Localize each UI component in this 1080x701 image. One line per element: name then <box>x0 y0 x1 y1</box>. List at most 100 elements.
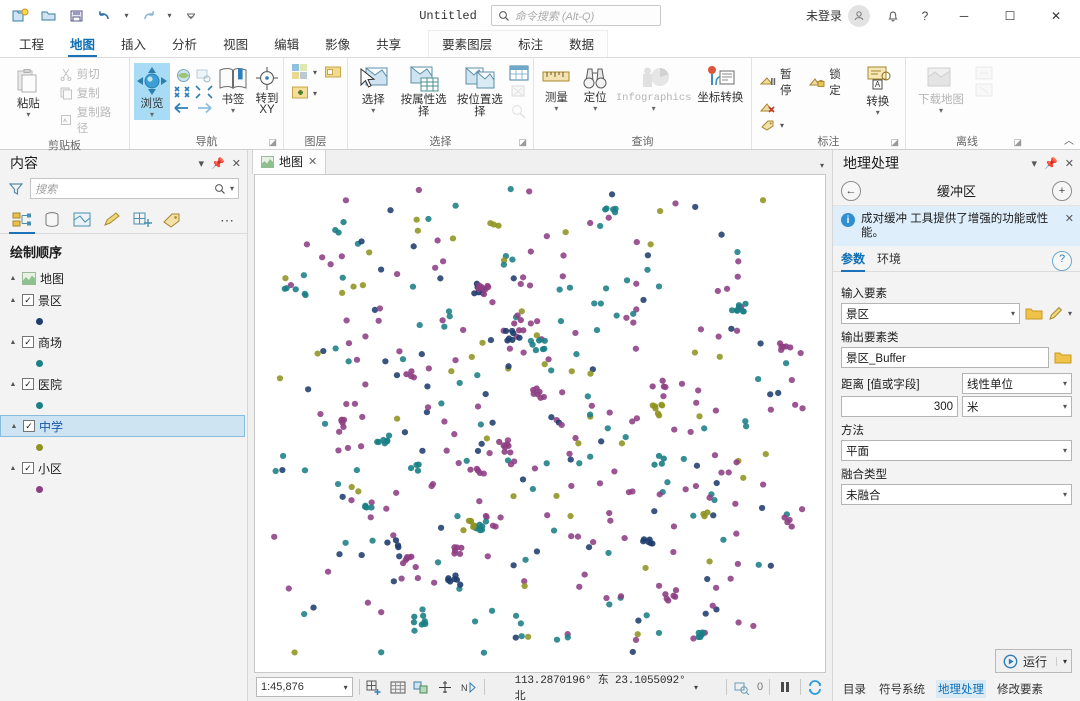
select-button[interactable]: 选择 ▾ <box>352 63 394 116</box>
remove-offline-icon[interactable] <box>974 82 994 98</box>
layer-checkbox[interactable]: ✓ <box>22 336 34 348</box>
map-view-tab[interactable]: 地图 ✕ <box>252 149 327 174</box>
map-tab-menu-icon[interactable]: ▾ <box>820 161 824 170</box>
select-by-location-button[interactable]: 按位置选择 <box>453 63 507 120</box>
add-data-dropdown-icon[interactable]: ▾ <box>313 89 317 98</box>
download-map-dropdown-icon[interactable]: ▾ <box>939 107 943 115</box>
redo-icon[interactable] <box>135 4 161 28</box>
geoprocessing-menu-icon[interactable]: ▾ <box>1032 157 1038 170</box>
maximize-button[interactable]: ☐ <box>988 0 1032 31</box>
expand-arrow-icon[interactable]: ▲ <box>8 297 18 304</box>
bookmarks-button[interactable]: 书签 ▾ <box>216 63 250 116</box>
output-feature-class-input[interactable]: 景区_Buffer <box>841 347 1049 368</box>
contents-close-icon[interactable]: ✕ <box>232 157 241 170</box>
chevron-down-icon[interactable]: ▾ <box>1059 490 1067 499</box>
edit-tools-dropdown-icon[interactable]: ▾ <box>1068 309 1072 318</box>
pause-labeling-button[interactable]: 暂停 <box>756 65 803 99</box>
select-by-attributes-button[interactable]: 按属性选择 <box>396 63 450 120</box>
ribbon-tab-map[interactable]: 地图 <box>57 31 108 57</box>
list-by-editing-tab[interactable] <box>98 207 126 233</box>
distance-unit-combo[interactable]: 米 ▾ <box>962 396 1072 417</box>
ribbon-tab-project[interactable]: 工程 <box>6 31 57 57</box>
ribbon-tab-data[interactable]: 数据 <box>556 31 607 57</box>
infographics-button[interactable]: Infographics ▾ <box>616 63 692 114</box>
toc-map-node[interactable]: ▲ 地图 <box>0 267 247 289</box>
label-features-button[interactable]: ▾ <box>756 117 803 133</box>
explore-dropdown-icon[interactable]: ▾ <box>150 111 154 119</box>
refresh-icon[interactable] <box>806 677 824 697</box>
collapse-ribbon-icon[interactable]: ︿ <box>1064 132 1074 147</box>
attribute-table-icon[interactable] <box>509 65 529 81</box>
explore-button[interactable]: 浏览 ▾ <box>134 63 170 120</box>
list-by-data-source-tab[interactable] <box>38 207 66 233</box>
help-icon[interactable]: ? <box>1052 250 1072 271</box>
measure-button[interactable]: 测量 ▾ <box>538 63 575 114</box>
grid-table-icon[interactable] <box>389 677 407 697</box>
browse-folder-icon[interactable] <box>1025 306 1043 321</box>
run-button[interactable]: 运行 ▾ <box>994 649 1072 673</box>
browse-folder-icon[interactable] <box>1054 350 1072 365</box>
download-map-button[interactable]: 下载地图 ▾ <box>910 63 972 116</box>
ribbon-tab-imagery[interactable]: 影像 <box>312 31 363 57</box>
chevron-down-icon[interactable]: ▾ <box>344 683 348 692</box>
zoom-to-selection-icon[interactable] <box>509 103 529 119</box>
ribbon-tab-analysis[interactable]: 分析 <box>159 31 210 57</box>
lock-labeling-button[interactable]: 锁定 <box>805 65 852 99</box>
new-project-icon[interactable] <box>8 4 34 28</box>
point-symbol-swatch[interactable] <box>36 485 43 493</box>
label-features-dropdown-icon[interactable]: ▾ <box>780 121 784 130</box>
map-scale-selector[interactable]: 1:45,876 ▾ <box>256 677 353 697</box>
bottom-tab-geoprocessing[interactable]: 地理处理 <box>936 680 986 698</box>
chevron-down-icon[interactable]: ▾ <box>1059 379 1067 388</box>
layer-checkbox[interactable]: ✓ <box>22 294 34 306</box>
expand-arrow-icon[interactable]: ▲ <box>9 423 19 430</box>
tab-parameters[interactable]: 参数 <box>841 250 866 272</box>
avatar[interactable] <box>848 4 870 27</box>
selection-dialog-launcher-icon[interactable]: ◪ <box>518 137 527 148</box>
open-project-icon[interactable] <box>36 4 62 28</box>
ribbon-tab-feature-layer[interactable]: 要素图层 <box>429 31 505 57</box>
labeling-dialog-launcher-icon[interactable]: ◪ <box>890 137 899 148</box>
undo-icon[interactable] <box>92 4 118 28</box>
contents-more-icon[interactable]: ⋯ <box>220 212 241 229</box>
basemap-icon[interactable] <box>291 63 309 81</box>
previous-extent-thumb-icon[interactable] <box>195 67 212 84</box>
help-icon[interactable]: ? <box>910 3 940 29</box>
ribbon-tab-share[interactable]: 共享 <box>363 31 414 57</box>
sync-offline-icon[interactable] <box>974 65 994 81</box>
layer-checkbox[interactable]: ✓ <box>22 378 34 390</box>
pause-drawing-icon[interactable] <box>776 677 794 697</box>
edit-pencil-icon[interactable] <box>1048 306 1063 321</box>
distance-type-combo[interactable]: 线性单位 ▾ <box>962 373 1072 394</box>
close-icon[interactable]: ✕ <box>1065 212 1074 225</box>
north-arrow-icon[interactable]: N <box>460 677 478 697</box>
paste-button[interactable]: 粘贴 ▾ <box>4 65 53 120</box>
geoprocessing-close-icon[interactable]: ✕ <box>1065 157 1074 170</box>
cut-button[interactable]: 剪切 <box>55 65 125 83</box>
toc-layer-jingqu[interactable]: ▲ ✓ 景区 <box>0 289 247 311</box>
expand-arrow-icon[interactable]: ▲ <box>8 339 18 346</box>
customize-qat-icon[interactable] <box>178 4 204 28</box>
input-features-combo[interactable]: 景区 ▾ <box>841 303 1020 324</box>
list-by-drawing-order-tab[interactable] <box>8 207 36 234</box>
offline-dialog-launcher-icon[interactable]: ◪ <box>1013 137 1022 148</box>
layer-checkbox[interactable]: ✓ <box>23 420 35 432</box>
full-extent-icon[interactable] <box>175 67 192 84</box>
chevron-down-icon[interactable]: ▾ <box>1059 446 1067 455</box>
bottom-tab-modify-features[interactable]: 修改要素 <box>995 680 1045 698</box>
dissolve-type-combo[interactable]: 未融合 ▾ <box>841 484 1072 505</box>
list-by-labeling-tab[interactable] <box>158 207 186 233</box>
contents-pin-icon[interactable]: 📌 <box>211 157 225 170</box>
bottom-tab-catalog[interactable]: 目录 <box>841 680 868 698</box>
selection-tool-icon[interactable] <box>413 677 431 697</box>
notifications-bell-icon[interactable] <box>878 3 908 29</box>
chevron-down-icon[interactable]: ▾ <box>1059 402 1067 411</box>
locate-button[interactable]: 定位 ▾ <box>577 63 614 114</box>
run-dropdown-icon[interactable]: ▾ <box>1055 656 1067 666</box>
filter-icon[interactable] <box>8 181 24 197</box>
bottom-tab-symbology[interactable]: 符号系统 <box>877 680 927 698</box>
point-symbol-swatch[interactable] <box>36 443 43 451</box>
ribbon-tab-insert[interactable]: 插入 <box>108 31 159 57</box>
coordinate-conversion-button[interactable]: 坐标转换 <box>694 63 747 106</box>
contents-menu-icon[interactable]: ▾ <box>199 157 205 170</box>
